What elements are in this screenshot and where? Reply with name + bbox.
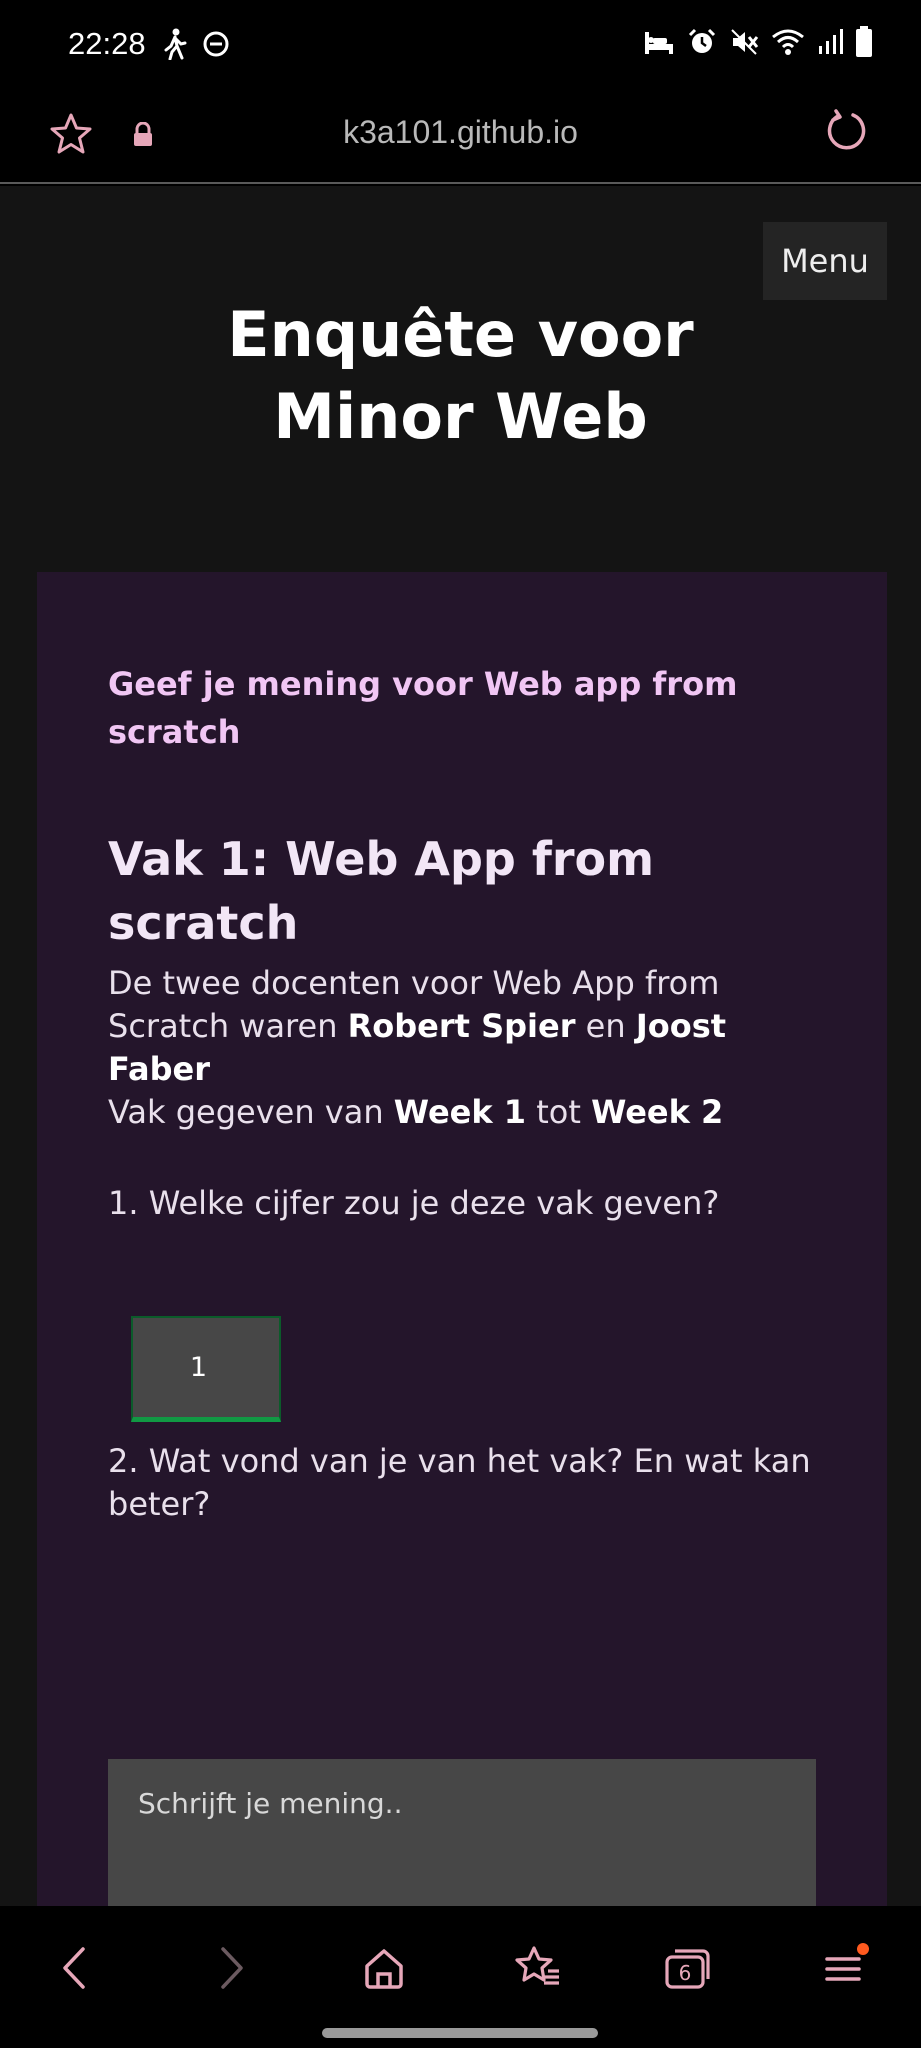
sleep-icon bbox=[643, 28, 675, 60]
status-left-icons bbox=[162, 28, 230, 64]
status-time: 22:28 bbox=[68, 26, 146, 61]
tab-count: 6 bbox=[679, 1961, 692, 1985]
bookmarks-icon[interactable] bbox=[508, 1938, 568, 1998]
wifi-icon bbox=[771, 27, 805, 61]
survey-card: Geef je mening voor Web app from scratch… bbox=[37, 572, 887, 1906]
back-icon[interactable] bbox=[44, 1938, 104, 1998]
card-subtitle: Geef je mening voor Web app from scratch bbox=[108, 665, 738, 751]
status-right-icons bbox=[643, 26, 873, 62]
alarm-icon bbox=[687, 27, 717, 61]
question-2-label: 2. Wat vond van je van het vak? En wat k… bbox=[108, 1442, 811, 1523]
browser-bottom-nav: 6 bbox=[0, 1906, 921, 2048]
page-title-line1: Enquête voor bbox=[227, 298, 694, 371]
battery-icon bbox=[855, 26, 873, 62]
tabs-icon[interactable]: 6 bbox=[658, 1938, 718, 1998]
desc-and: en bbox=[575, 1007, 636, 1045]
home-icon[interactable] bbox=[354, 1938, 414, 1998]
walking-icon bbox=[162, 28, 188, 64]
web-page: Menu Enquête voor Minor Web Geef je meni… bbox=[0, 186, 921, 1906]
notification-dot bbox=[857, 1943, 869, 1955]
menu-button[interactable]: Menu bbox=[763, 222, 887, 300]
reload-icon[interactable] bbox=[823, 108, 869, 158]
signal-icon bbox=[817, 28, 843, 60]
week-start: Week 1 bbox=[393, 1093, 527, 1131]
status-bar: 22:28 bbox=[0, 0, 921, 92]
opinion-textarea[interactable] bbox=[108, 1759, 816, 1906]
question-1-label: 1. Welke cijfer zou je deze vak geven? bbox=[108, 1184, 720, 1222]
course-description: De twee docenten voor Web App from Scrat… bbox=[108, 962, 808, 1134]
page-title-line2: Minor Web bbox=[273, 380, 648, 453]
course-title: Vak 1: Web App from scratch bbox=[108, 832, 655, 950]
mute-icon bbox=[729, 27, 759, 61]
url-field[interactable]: k3a101.github.io bbox=[0, 114, 921, 151]
week-end: Week 2 bbox=[591, 1093, 724, 1131]
period-prefix: Vak gegeven van bbox=[108, 1093, 394, 1131]
teacher-1: Robert Spier bbox=[347, 1007, 576, 1045]
page-title: Enquête voor Minor Web bbox=[0, 294, 921, 458]
period-mid: tot bbox=[526, 1093, 592, 1131]
dnd-icon bbox=[202, 30, 230, 62]
forward-icon[interactable] bbox=[202, 1938, 262, 1998]
home-indicator[interactable] bbox=[322, 2028, 598, 2038]
grade-input[interactable] bbox=[131, 1316, 281, 1422]
menu-icon[interactable] bbox=[814, 1938, 874, 1998]
browser-toolbar: k3a101.github.io bbox=[0, 92, 921, 184]
